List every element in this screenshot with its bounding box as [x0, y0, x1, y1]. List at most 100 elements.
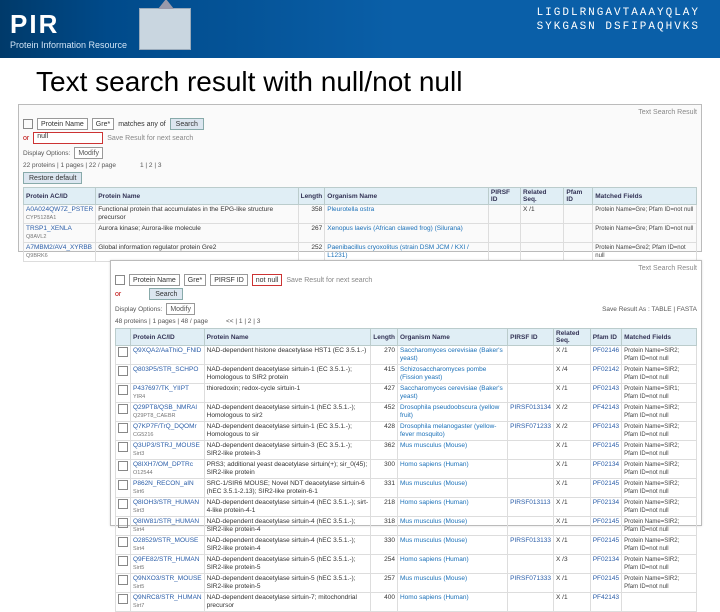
table-row[interactable]: Q29PT8/QSB_NMRAlQ29PT8_CAEBRNAD-dependen… [116, 403, 697, 422]
save-next-2[interactable]: Save Result for next search [286, 277, 372, 284]
row-checkbox[interactable] [118, 461, 128, 471]
pirsf-id[interactable] [508, 555, 554, 574]
pirsf-id[interactable]: PIRSF013113 [508, 498, 554, 517]
pirsf-id[interactable] [508, 346, 554, 365]
protein-ac[interactable]: O28529/STR_MOUSE [133, 537, 198, 544]
protein-ac[interactable]: Q9XQA2/AaThiO_FNlD [133, 347, 201, 354]
organism[interactable]: Drosophila pseudoobscura (yellow fruit) [397, 403, 507, 422]
table-row[interactable]: Q7KP7F/TrQ_DQOMrCG5216NAD-dependent deac… [116, 422, 697, 441]
pfam-id[interactable]: PF42143 [590, 403, 621, 422]
pirsf-id[interactable] [508, 460, 554, 479]
protein-ac[interactable]: Q8IW81/STR_HUMAN [133, 518, 199, 525]
table-row[interactable]: TRSP1_XENLAQ8AVL2Aurora kinase; Aurora-l… [24, 224, 697, 243]
protein-ac[interactable]: P437697/TK_YIIPT [133, 385, 189, 392]
col-seq[interactable]: Related Seq. [521, 188, 564, 205]
search-button[interactable]: Search [170, 118, 204, 130]
organism[interactable]: Pleurotella ostra [325, 205, 489, 224]
pfam-id[interactable]: PF02134 [590, 498, 621, 517]
pirsf-id[interactable] [508, 479, 554, 498]
protein-ac[interactable]: Q9NXO3/STR_MOUSE [133, 575, 202, 582]
field2-select[interactable]: PIRSF ID [210, 274, 248, 286]
col-len[interactable]: Length [371, 329, 398, 346]
pirsf-id[interactable]: PIRSF013133 [508, 536, 554, 555]
row-checkbox[interactable] [118, 480, 128, 490]
pfam-id[interactable]: PF02145 [590, 479, 621, 498]
organism[interactable]: Homo sapiens (Human) [397, 593, 507, 612]
table-row[interactable]: Q9NXO3/STR_MOUSESirt5NAD-dependent deace… [116, 574, 697, 593]
pirsf-id[interactable] [508, 384, 554, 403]
pirsf-id[interactable]: PIRSF071233 [508, 422, 554, 441]
row-checkbox[interactable] [118, 423, 128, 433]
condition-select[interactable]: Gre* [92, 118, 114, 130]
protein-ac[interactable]: TRSP1_XENLA [26, 225, 72, 232]
row-checkbox[interactable] [118, 404, 128, 414]
row-checkbox[interactable] [118, 385, 128, 395]
pfam-id[interactable] [564, 243, 593, 262]
restore-button[interactable]: Restore default [23, 172, 82, 184]
pirsf-id[interactable]: PIRSF013134 [508, 403, 554, 422]
pirsf-id[interactable] [488, 243, 520, 262]
cond2-select[interactable]: not null [252, 274, 283, 286]
col-len[interactable]: Length [298, 188, 325, 205]
pfam-id[interactable]: PF02145 [590, 536, 621, 555]
protein-ac[interactable]: Q29PT8/QSB_NMRAl [133, 404, 197, 411]
pfam-id[interactable] [564, 224, 593, 243]
checkbox[interactable] [115, 275, 125, 285]
table-row[interactable]: Q9FE82/STR_HUMANSirt5NAD-dependent deace… [116, 555, 697, 574]
organism[interactable]: Mus musculus (Mouse) [397, 536, 507, 555]
save-as[interactable]: Save Result As : TABLE | FASTA [602, 306, 697, 313]
table-row[interactable]: Q8IXH7/OM_DPTRcO12544PRS3; additional ye… [116, 460, 697, 479]
row-checkbox[interactable] [118, 442, 128, 452]
display-modify[interactable]: Modify [74, 147, 103, 159]
row-checkbox[interactable] [118, 366, 128, 376]
table-row[interactable]: Q803P5/STR_SCHPONAD-dependent deacetylas… [116, 365, 697, 384]
protein-ac[interactable]: Q9FE82/STR_HUMAN [133, 556, 199, 563]
pirsf-id[interactable] [508, 593, 554, 612]
pirsf-id[interactable] [508, 517, 554, 536]
pfam-id[interactable]: PF02145 [590, 574, 621, 593]
field-select[interactable]: Protein Name [37, 118, 88, 130]
save-next[interactable]: Save Result for next search [107, 135, 193, 142]
pfam-id[interactable]: PF02143 [590, 384, 621, 403]
pfam-id[interactable]: PF02134 [590, 460, 621, 479]
table-row[interactable]: Q9NRC8/STR_HUMANSirt7NAD-dependent deace… [116, 593, 697, 612]
pfam-id[interactable]: PF02142 [590, 365, 621, 384]
col-name[interactable]: Protein Name [204, 329, 371, 346]
checkbox[interactable] [23, 119, 33, 129]
protein-ac[interactable]: Q803P5/STR_SCHPO [133, 366, 198, 373]
organism[interactable]: Paenibacillus cryoxolitus (strain DSM JC… [325, 243, 489, 262]
organism[interactable]: Saccharomyces cerevisiae (Baker's yeast) [397, 346, 507, 365]
organism[interactable]: Mus musculus (Mouse) [397, 517, 507, 536]
protein-ac[interactable]: A0A024QW7Z_PSTER [26, 206, 93, 213]
col-seq[interactable]: Related Seq. [554, 329, 591, 346]
table-row[interactable]: Q9XQA2/AaThiO_FNlDNAD-dependent histone … [116, 346, 697, 365]
pfam-id[interactable]: PF02134 [590, 555, 621, 574]
table-row[interactable]: P437697/TK_YIIPTYIR4thioredoxin; redox-c… [116, 384, 697, 403]
organism[interactable]: Schizosaccharomyces pombe (Fission yeast… [397, 365, 507, 384]
protein-ac[interactable]: A7MBM2/AV4_XYRBB [26, 244, 92, 251]
pfam-id[interactable] [564, 205, 593, 224]
organism[interactable]: Mus musculus (Mouse) [397, 574, 507, 593]
table-row[interactable]: Q3UP3/STRJ_MOUSESirt3NAD-dependent deace… [116, 441, 697, 460]
table-row[interactable]: A7MBM2/AV4_XYRBBQ9BRK6Global information… [24, 243, 697, 262]
col-pirsf[interactable]: PIRSF ID [508, 329, 554, 346]
organism[interactable]: Homo sapiens (Human) [397, 460, 507, 479]
pfam-id[interactable]: PF02146 [590, 346, 621, 365]
col-name[interactable]: Protein Name [96, 188, 298, 205]
row-checkbox[interactable] [118, 347, 128, 357]
col-org[interactable]: Organism Name [397, 329, 507, 346]
col-pirsf[interactable]: PIRSF ID [488, 188, 520, 205]
pager-links[interactable]: 1 | 2 | 3 [140, 162, 161, 169]
protein-ac[interactable]: Q3UP3/STRJ_MOUSE [133, 442, 200, 449]
protein-ac[interactable]: Q8IOH3/STR_HUMAN [133, 499, 199, 506]
row-checkbox[interactable] [118, 537, 128, 547]
protein-ac[interactable]: Q7KP7F/TrQ_DQOMr [133, 423, 197, 430]
search-button-2[interactable]: Search [149, 288, 183, 300]
field-value[interactable]: Gre* [184, 274, 206, 286]
null-input[interactable]: null [33, 132, 103, 144]
pirsf-id[interactable] [488, 224, 520, 243]
pirsf-id[interactable] [508, 365, 554, 384]
table-row[interactable]: Q8IOH3/STR_HUMANSirt3NAD-dependent deace… [116, 498, 697, 517]
row-checkbox[interactable] [118, 556, 128, 566]
col-pfam[interactable]: Pfam ID [564, 188, 593, 205]
